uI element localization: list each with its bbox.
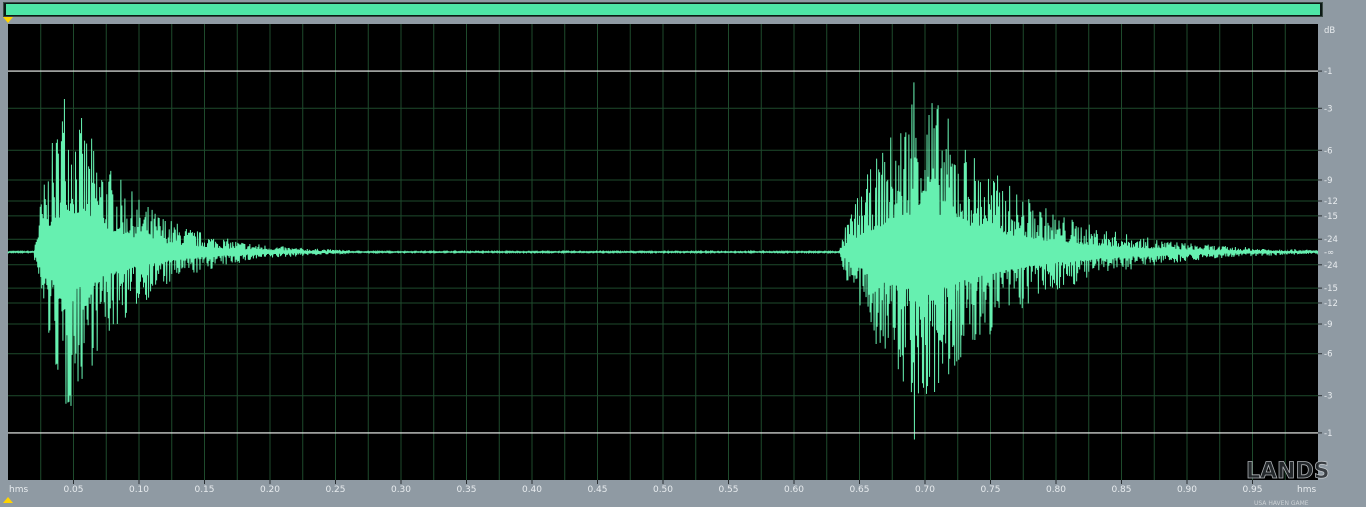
- db-label-lower: -24: [1324, 261, 1338, 271]
- time-tick-label: 0.85: [1111, 485, 1131, 495]
- db-label-upper: -3: [1324, 104, 1332, 114]
- time-tick-label: 0.50: [653, 485, 673, 495]
- time-tick-label: 0.70: [915, 485, 935, 495]
- time-format-left: hms: [9, 485, 28, 495]
- db-label-upper: -1: [1324, 67, 1332, 77]
- db-label-upper: -6: [1324, 146, 1332, 156]
- time-tick-label: 0.20: [260, 485, 280, 495]
- time-tick-label: 0.15: [194, 485, 214, 495]
- db-label-lower: -12: [1324, 299, 1338, 309]
- time-tick-label: 0.95: [1242, 485, 1262, 495]
- time-tick-label: 0.10: [129, 485, 149, 495]
- time-tick-label: 0.40: [522, 485, 542, 495]
- time-tick-label: 0.05: [63, 485, 83, 495]
- db-label-upper: -9: [1324, 176, 1332, 186]
- time-tick-label: 0.90: [1177, 485, 1197, 495]
- db-unit-label: dB: [1324, 26, 1335, 36]
- time-tick-label: 0.80: [1046, 485, 1066, 495]
- time-tick-label: 0.25: [325, 485, 345, 495]
- db-label-center: -∞: [1324, 248, 1334, 258]
- playhead-marker-bottom-icon[interactable]: [3, 497, 13, 503]
- db-label-lower: -9: [1324, 320, 1332, 330]
- db-label-lower: -6: [1324, 350, 1332, 360]
- db-label-upper: -12: [1324, 197, 1338, 207]
- db-label-upper: -24: [1324, 235, 1338, 245]
- db-label-upper: -15: [1324, 212, 1338, 222]
- time-tick-label: 0.55: [718, 485, 738, 495]
- waveform-panel[interactable]: dB -1-1-3-3-6-6-9-9-12-12-15-15-24-24-∞ …: [0, 0, 1366, 507]
- time-tick-label: 0.35: [456, 485, 476, 495]
- watermark-logo: LANDS USA HAVEN GAME: [1246, 459, 1330, 507]
- watermark-text: LANDS: [1246, 459, 1330, 484]
- time-tick-label: 0.30: [391, 485, 411, 495]
- watermark-subtext: USA HAVEN GAME: [1254, 500, 1309, 507]
- time-tick-label: 0.75: [980, 485, 1000, 495]
- waveform-editor: dB -1 -1 -3 -3 -6 -6 -9 -9 -12 -12 -15 -15 -24 -24 -∞ …: [0, 0, 1366, 507]
- time-tick-label: 0.60: [784, 485, 804, 495]
- time-format-right: hms: [1297, 485, 1316, 495]
- db-label-lower: -3: [1324, 392, 1332, 402]
- time-tick-label: 0.45: [587, 485, 607, 495]
- time-tick-label: 0.65: [849, 485, 869, 495]
- db-label-lower: -15: [1324, 284, 1338, 294]
- db-label-lower: -1: [1324, 429, 1332, 439]
